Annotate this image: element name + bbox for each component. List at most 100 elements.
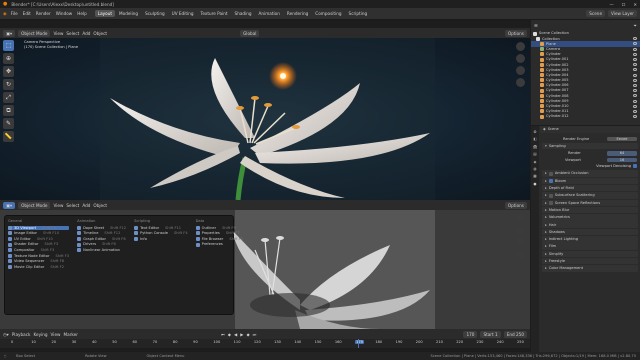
timeline-ruler[interactable]: 0 10 20 30 40 50 60 70 80 90 100 110 120 130 140 150 160… [0,339,530,352]
editor-type-button[interactable]: ▣▾ [3,29,16,37]
visibility-eye-icon[interactable] [633,68,637,72]
timeline-editor-icon[interactable]: ◷▾ [3,332,9,337]
section-motion-blur[interactable]: ▸ Motion Blur [542,206,638,214]
section-volumetrics[interactable]: ▸ Volumetrics [542,214,638,221]
editor-menu-item-info[interactable]: Info [134,237,188,241]
orientation-selector[interactable]: Global [240,29,260,37]
filter-icon[interactable]: ⏷ [634,23,637,28]
outliner-editor-icon[interactable]: ☰ [534,23,538,28]
mode-selector-bottom[interactable]: Object Mode [18,201,51,209]
timeline-view-menu[interactable]: View [51,332,61,337]
workspace-tab-texture-paint[interactable]: Texture Paint [198,10,231,17]
object-menu[interactable]: Object [93,31,107,36]
section-enable-checkbox[interactable] [548,200,553,205]
move-tool-icon[interactable]: ✥ [3,66,14,77]
visibility-eye-icon[interactable] [633,83,637,87]
annotate-tool-icon[interactable]: ✎ [3,118,14,129]
add-menu-bottom[interactable]: Add [82,203,90,208]
view-menu[interactable]: View [53,31,63,36]
render-engine-dropdown[interactable]: Eevee [607,136,637,141]
material-tab-icon[interactable]: ● [533,182,536,186]
editor-menu-item-image-editor[interactable]: Image Editor Shift F10 [8,231,69,236]
section-subsurface-scattering[interactable]: ▸ Subsurface Scattering [542,192,638,199]
viewport-top[interactable]: Camera Perspective (170) Scene Collectio… [0,38,530,200]
object-tab-icon[interactable]: ▦ [533,174,536,178]
prev-keyframe-icon[interactable]: ◆ [228,332,231,337]
menu-help[interactable]: Help [77,11,87,16]
section-ambient-occlusion[interactable]: ▸ Ambient Occlusion [542,170,638,177]
visibility-eye-icon[interactable] [633,52,637,56]
visibility-eye-icon[interactable] [633,104,637,108]
rotate-tool-icon[interactable]: ↻ [3,79,14,90]
view-layer-tab-icon[interactable]: ▤ [533,152,536,156]
add-menu[interactable]: Add [82,31,90,36]
section-film[interactable]: ▸ Film [542,243,638,250]
editor-menu-item-text-editor[interactable]: Text Editor Shift F11 [134,226,188,230]
keying-menu[interactable]: Keying [33,332,47,337]
minimize-icon[interactable]: — [610,2,614,7]
next-keyframe-icon[interactable]: ◆ [246,332,249,337]
editor-menu-item-python-console[interactable]: Python Console Shift F4 [134,231,188,236]
tool-tab-icon[interactable]: ⚙ [533,130,536,134]
transform-tool-icon[interactable]: ⧉ [3,105,14,116]
workspace-tab-modeling[interactable]: Modeling [116,10,141,17]
section-indirect-lighting[interactable]: ▸ Indirect Lighting [542,236,638,243]
workspace-tab-animation[interactable]: Animation [256,10,283,17]
maximize-icon[interactable]: ☐ [622,2,626,7]
cursor-tool-icon[interactable]: ⊕ [3,53,14,64]
visibility-eye-icon[interactable] [633,58,637,62]
visibility-eye-icon[interactable] [633,63,637,67]
section-enable-checkbox[interactable] [548,193,553,198]
workspace-tab-layout[interactable]: Layout [94,10,116,17]
measure-tool-icon[interactable]: 📏 [3,131,14,142]
playback-menu[interactable]: Playback [12,332,31,337]
visibility-eye-icon[interactable] [633,42,637,46]
mode-selector[interactable]: Object Mode [18,29,51,37]
start-frame-field[interactable]: Start 1 [480,330,501,338]
menu-window[interactable]: Window [56,11,73,16]
editor-menu-item-preferences[interactable]: Preferences [195,242,243,247]
visibility-eye-icon[interactable] [633,73,637,77]
outliner-row-cylinder-012[interactable]: Cylinder.012 [531,114,640,119]
select-menu[interactable]: Select [66,31,79,36]
visibility-eye-icon[interactable] [633,78,637,82]
section-depth-of-field[interactable]: ▸ Depth of Field [542,184,638,192]
render-tab-icon[interactable]: ◧ [533,137,536,141]
section-freestyle[interactable]: ▸ Freestyle [542,257,638,265]
zoom-icon[interactable] [516,42,525,51]
viewport-samples-field[interactable]: 16 [607,157,637,163]
section-color-management[interactable]: ▸ Color Management [542,265,638,272]
visibility-eye-icon[interactable] [633,89,637,93]
marker-menu[interactable]: Marker [63,332,77,337]
editor-menu-item-dope-sheet[interactable]: Dope Sheet Shift F12 [77,226,126,230]
options-button[interactable]: Options [504,29,527,37]
scene-selector[interactable]: Scene [586,10,606,17]
editor-type-button-active[interactable]: ▣▾ [3,201,16,209]
section-enable-checkbox[interactable] [548,171,553,176]
zoom-icon-bottom[interactable] [516,214,525,223]
render-samples-field[interactable]: 64 [607,151,637,156]
view-menu-bottom[interactable]: View [53,203,63,208]
section-hair[interactable]: ▸ Hair [542,221,638,228]
select-menu-bottom[interactable]: Select [66,203,79,208]
workspace-tab-rendering[interactable]: Rendering [284,10,311,17]
workspace-tab-scripting[interactable]: Scripting [346,10,371,17]
editor-menu-item-movie-clip-editor[interactable]: Movie Clip Editor Shift F2 [8,265,69,269]
visibility-eye-icon[interactable] [633,47,637,51]
workspace-tab-compositing[interactable]: Compositing [312,10,344,17]
section-bloom[interactable]: ▸ Bloom [542,177,638,185]
editor-menu-item-outliner[interactable]: Outliner Shift F9 [195,226,243,230]
current-frame-field[interactable]: 170 [463,330,478,338]
play-icon[interactable]: ▶ [240,332,243,337]
perspective-toggle-icon-bottom[interactable] [516,250,525,259]
editor-menu-item-video-sequencer[interactable]: Video Sequencer Shift F8 [8,259,69,264]
workspace-tab-uv-editing[interactable]: UV Editing [169,10,197,17]
workspace-tab-shading[interactable]: Shading [232,10,255,17]
output-tab-icon[interactable]: 🖨 [533,145,538,149]
menu-edit[interactable]: Edit [23,11,31,16]
select-box-tool-icon[interactable]: ⬚ [3,40,14,51]
blender-menu-icon[interactable]: ◉ [3,11,7,16]
workspace-tab-sculpting[interactable]: Sculpting [142,10,168,17]
jump-start-icon[interactable]: ⏮ [221,332,225,337]
section-shadows[interactable]: ▸ Shadows [542,228,638,236]
